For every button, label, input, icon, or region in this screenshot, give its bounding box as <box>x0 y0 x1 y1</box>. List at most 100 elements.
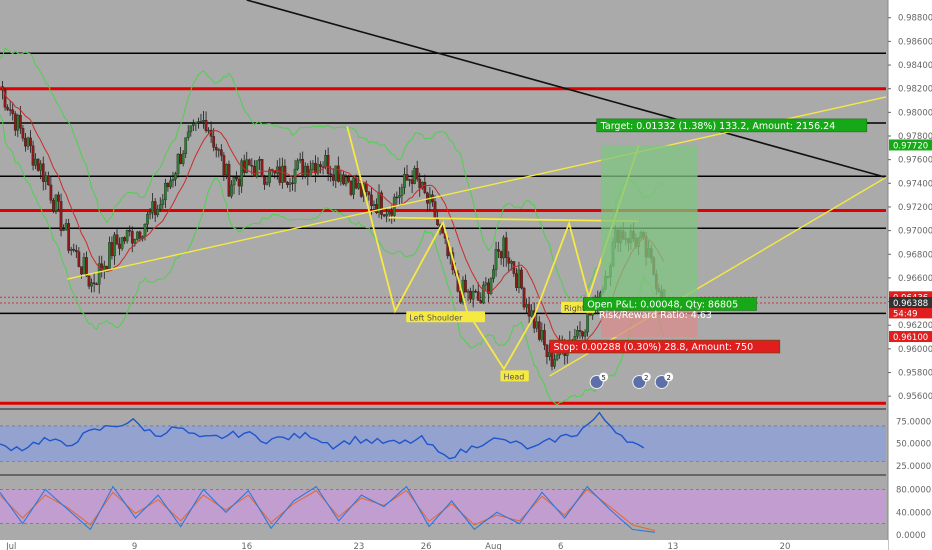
candle-body <box>113 234 116 257</box>
candle-body <box>92 282 96 285</box>
candle-body <box>62 229 65 231</box>
candle-body <box>540 330 544 340</box>
candle-body <box>128 230 132 232</box>
candle-body <box>143 224 147 237</box>
candle-body <box>204 119 208 131</box>
stop-annotation: Stop: 0.00288 (0.30%) 28.8, Amount: 750 <box>554 342 754 353</box>
trading-chart[interactable]: Left Shoulder Head Right 5 2 2 Target: 0.013… <box>0 0 932 550</box>
candle-body <box>522 287 526 308</box>
candle-body <box>21 128 25 139</box>
candle-body <box>179 153 182 164</box>
candle-body <box>497 249 500 252</box>
candle-body <box>273 170 277 174</box>
candle-body <box>214 147 218 151</box>
candle-body <box>26 137 30 147</box>
candle-body <box>286 182 289 185</box>
candle-body <box>95 283 99 286</box>
candle-body <box>583 331 587 337</box>
candle-body <box>29 137 32 146</box>
candle-body <box>118 243 121 249</box>
stochastic-panel[interactable] <box>0 485 886 533</box>
candle-body <box>474 290 478 293</box>
candle-body <box>314 162 317 174</box>
candle-body <box>550 351 554 367</box>
candle-body <box>576 330 579 337</box>
price-tick-label: 0.96200 <box>898 321 932 331</box>
candle-body <box>311 162 315 170</box>
candle-body <box>507 257 511 264</box>
candle-body <box>260 159 264 178</box>
candle-body <box>184 137 188 154</box>
candle-body <box>336 165 340 182</box>
candle-body <box>136 231 139 240</box>
candle-body <box>370 194 373 206</box>
candle-body <box>11 109 15 114</box>
candle-body <box>156 208 160 216</box>
candle-body <box>329 173 333 175</box>
time-axis[interactable]: Jul 9 16 23 26 Aug 6 13 20 <box>0 540 888 550</box>
candle-body <box>319 164 322 167</box>
candle-body <box>581 331 584 337</box>
time-tick-label: Aug <box>485 542 502 550</box>
price-tick-label: 0.98600 <box>898 37 932 47</box>
price-marker-label: 54:49 <box>893 309 918 319</box>
candle-body <box>517 269 521 288</box>
candle-body <box>423 182 427 194</box>
candle-body <box>250 165 254 167</box>
time-tick-label: 13 <box>667 542 678 550</box>
candle-body <box>357 183 361 189</box>
candle-body <box>230 184 233 197</box>
candle-body <box>553 359 556 367</box>
time-tick-label: 26 <box>421 542 432 550</box>
candle-body <box>515 273 518 288</box>
price-tick-label: 0.98400 <box>898 61 932 71</box>
candle-body <box>163 183 167 201</box>
candle-body <box>484 282 488 286</box>
rsi-band <box>0 425 886 462</box>
price-axis[interactable]: 0.988000.986000.984000.982000.980000.978… <box>887 0 932 550</box>
candle-body <box>237 178 241 187</box>
candle-body <box>130 231 134 244</box>
candle-body <box>34 158 37 166</box>
candle-body <box>298 158 302 161</box>
pattern-label: Left Shoulder <box>409 313 463 322</box>
candle-body <box>217 149 221 151</box>
price-panel[interactable]: Left Shoulder Head Right 5 2 2 Target: 0.013… <box>0 0 887 476</box>
candle-body <box>13 113 17 131</box>
candle-body <box>400 187 404 196</box>
candle-body <box>436 218 439 225</box>
candle-body <box>6 107 9 110</box>
candle-body <box>586 310 589 333</box>
pattern-label: Head <box>503 372 524 381</box>
candle-body <box>39 163 43 171</box>
candle-body <box>403 174 406 188</box>
candle-body <box>288 182 292 185</box>
candle-body <box>339 174 343 182</box>
candle-body <box>227 164 231 197</box>
candle-body <box>36 158 40 171</box>
candle-body <box>321 166 325 168</box>
stochastic-tick-label: 0.0000 <box>896 531 926 541</box>
price-tick-label: 0.97400 <box>898 179 932 189</box>
candle-body <box>492 269 495 279</box>
candle-body <box>146 214 149 225</box>
candle-body <box>105 265 109 269</box>
candle-body <box>166 183 170 188</box>
candle-body <box>24 138 27 147</box>
time-tick-label: 9 <box>132 542 137 550</box>
candle-body <box>520 269 523 289</box>
rsi-tick-label: 25.0000 <box>896 462 931 472</box>
candle-body <box>242 160 246 173</box>
target-zone <box>601 145 698 298</box>
candle-body <box>123 237 126 242</box>
candle-body <box>258 159 261 161</box>
candle-body <box>133 239 137 244</box>
candle-body <box>291 182 294 184</box>
candle-body <box>31 145 35 166</box>
candle-body <box>527 304 531 317</box>
candle-body <box>469 290 472 300</box>
candle-body <box>153 201 157 216</box>
rsi-panel[interactable] <box>0 411 886 462</box>
stochastic-tick-label: 80.0000 <box>896 485 931 495</box>
candle-body <box>364 183 368 193</box>
